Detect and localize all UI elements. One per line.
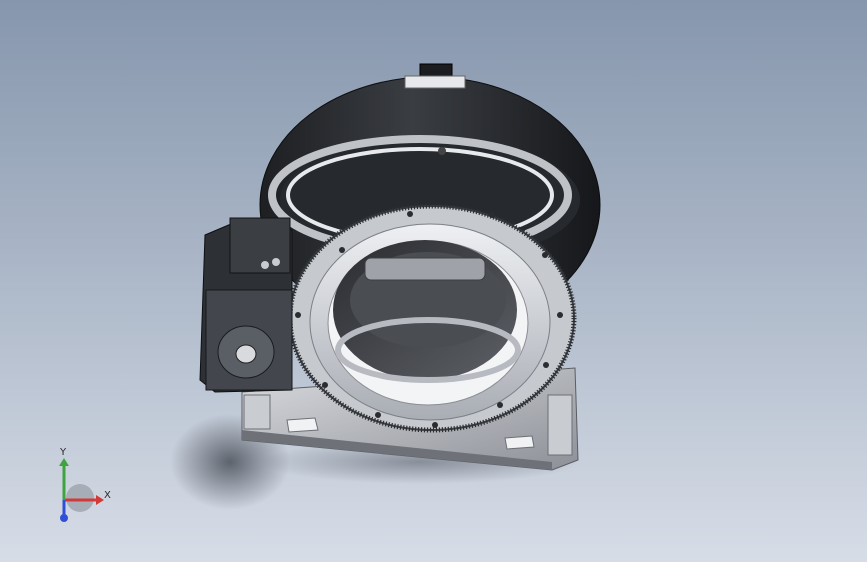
cad-viewport[interactable]: X Y [0,0,867,562]
x-axis-label: X [104,490,111,501]
inner-shaft [364,257,486,281]
base-pocket [504,435,535,450]
model-view[interactable] [0,0,867,562]
axis-triad[interactable] [59,458,104,522]
connector-icon [261,261,269,269]
base-pocket [286,417,319,433]
base-bracket-right [547,394,573,456]
connector-icon [272,258,280,266]
base-bracket-left [243,394,271,430]
y-axis-label: Y [60,447,67,458]
center-bore[interactable] [333,240,521,383]
servo-motor[interactable] [199,217,293,393]
triad-sphere [66,484,94,512]
pin-icon [438,147,446,155]
